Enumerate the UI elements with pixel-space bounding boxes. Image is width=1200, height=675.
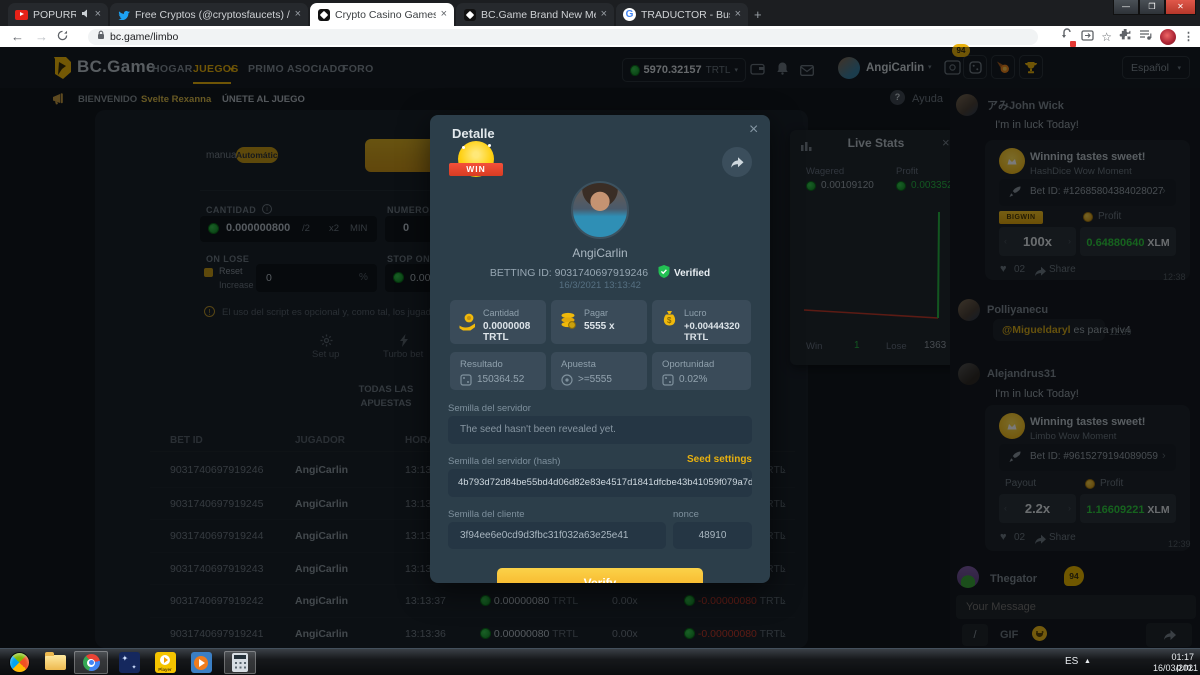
- bcgame-icon: [463, 8, 476, 21]
- verified-shield-icon: [658, 265, 670, 278]
- browser-urlbar: ← → bc.game/limbo ☆ ⋮: [0, 26, 1200, 47]
- stat-label: Pagar: [584, 308, 608, 318]
- browser-tab-5[interactable]: G TRADUCTOR - Buscar con Googl ×: [616, 3, 748, 26]
- tab-close-icon[interactable]: ×: [601, 9, 607, 20]
- browser-tab-1[interactable]: POPURRI LILLY GOODMAN: ×: [8, 3, 108, 26]
- client-seed-label: Semilla del cliente: [448, 509, 525, 520]
- forward-icon[interactable]: →: [35, 29, 48, 44]
- share-button[interactable]: [722, 147, 752, 177]
- stat-resultado: Resultado 150364.52: [450, 352, 546, 390]
- tray-expand-icon[interactable]: ▲: [1084, 658, 1091, 665]
- stat-label: Apuesta: [561, 359, 596, 370]
- bookmark-star-icon[interactable]: ☆: [1101, 30, 1112, 44]
- stat-label: Cantidad: [483, 308, 519, 318]
- url-text: bc.game/limbo: [110, 31, 178, 43]
- minimize-button[interactable]: —: [1113, 0, 1139, 15]
- bcgame-icon: [317, 8, 330, 21]
- close-icon[interactable]: ×: [749, 121, 758, 139]
- lock-icon: [97, 30, 105, 43]
- maximize-button[interactable]: ❒: [1139, 0, 1165, 15]
- server-seed-hash-label: Semilla del servidor (hash): [448, 456, 560, 467]
- close-button[interactable]: ✕: [1165, 0, 1196, 15]
- modal-title: Detalle: [452, 126, 495, 141]
- tab-close-icon[interactable]: ×: [95, 9, 101, 20]
- back-icon[interactable]: ←: [11, 29, 24, 44]
- betting-id: BETTING ID: 9031740697919246: [490, 267, 648, 279]
- win-badge: WIN: [452, 141, 500, 191]
- player-avatar[interactable]: [571, 181, 629, 239]
- start-button[interactable]: [6, 651, 32, 674]
- youtube-icon: [15, 8, 28, 21]
- new-tab-button[interactable]: +: [754, 7, 762, 22]
- twitter-icon: [117, 8, 130, 21]
- stat-value: >=5555: [578, 374, 612, 385]
- share-icon: [730, 156, 744, 169]
- playlist-icon[interactable]: [1139, 28, 1153, 46]
- win-badge-label: WIN: [449, 163, 503, 176]
- tab-close-icon[interactable]: ×: [735, 9, 741, 20]
- verify-button[interactable]: Verify: [497, 568, 703, 583]
- stat-apuesta: Apuesta >=5555: [551, 352, 647, 390]
- stat-lucro: $ Lucro +0.00444320 TRTL: [652, 300, 751, 344]
- address-bar[interactable]: bc.game/limbo: [88, 29, 1038, 45]
- refresh-icon[interactable]: [57, 29, 68, 44]
- bcgame-site: BC.Game HOGAR JUEGOS ▾ PRIMO ASOCIADO FO…: [0, 47, 1200, 648]
- stat-label: Lucro: [684, 308, 707, 318]
- player-name: AngiCarlin: [430, 246, 770, 260]
- server-seed-hash-field[interactable]: 4b793d72d84be55bd4d06d82e83e4517d1841dfc…: [448, 469, 752, 497]
- profile-avatar[interactable]: [1160, 29, 1176, 45]
- media-play-icon[interactable]: [188, 651, 214, 674]
- client-seed-field[interactable]: 3f94ee6e0cd9d3fbc31f032a63e25e41: [448, 522, 666, 549]
- stat-oportunidad: Oportunidad 0.02%: [652, 352, 751, 390]
- extensions-puzzle-icon[interactable]: [1119, 28, 1132, 46]
- stat-value: 0.0000008 TRTL: [483, 321, 546, 343]
- movie-maker-icon[interactable]: ✦✦: [116, 651, 142, 674]
- svg-text:$: $: [667, 316, 672, 325]
- server-seed-field[interactable]: The seed hasn't been revealed yet.: [448, 416, 752, 444]
- bet-date: 16/3/2021 13:13:42: [430, 280, 770, 291]
- browser-tab-2[interactable]: Free Cryptos (@cryptosfaucets) / ×: [110, 3, 308, 26]
- screen: POPURRI LILLY GOODMAN: × Free Cryptos (@…: [0, 0, 1200, 675]
- browser-tab-4[interactable]: BC.Game Brand New Medal Even ×: [456, 3, 614, 26]
- nonce-field[interactable]: 48910: [673, 522, 752, 549]
- windows-taskbar: ✦✦ Player ES ▲ 01:17 p.m. 16/03/2021: [0, 648, 1200, 675]
- server-seed-label: Semilla del servidor: [448, 403, 531, 414]
- stat-value: 150364.52: [477, 374, 524, 385]
- player-app-icon[interactable]: Player: [152, 651, 178, 674]
- hand-coin-icon: [457, 312, 478, 337]
- seed-settings-link[interactable]: Seed settings: [687, 454, 752, 465]
- stat-value: 5555 x: [584, 321, 615, 332]
- browser-tab-active[interactable]: Crypto Casino Games - The 16 B ×: [310, 3, 454, 26]
- menu-dots-icon[interactable]: ⋮: [1183, 30, 1194, 43]
- explorer-icon[interactable]: [42, 651, 68, 674]
- nonce-label: nonce: [673, 509, 699, 520]
- stat-value: 0.02%: [679, 374, 707, 385]
- betting-id-row: BETTING ID: 9031740697919246 Verified: [430, 263, 770, 281]
- extension-translate-icon[interactable]: [1061, 28, 1074, 46]
- google-icon: G: [623, 8, 636, 21]
- tab-close-icon[interactable]: ×: [441, 9, 447, 20]
- coins-icon: [559, 311, 579, 336]
- tab-audio-icon: [81, 9, 90, 21]
- calculator-icon[interactable]: [224, 651, 256, 674]
- dice-icon: [662, 373, 674, 391]
- stat-label: Resultado: [460, 359, 503, 370]
- verified-label: Verified: [674, 268, 710, 279]
- stat-cantidad: Cantidad 0.0000008 TRTL: [450, 300, 546, 344]
- stat-label: Oportunidad: [662, 359, 714, 370]
- clock-date[interactable]: 16/03/2021: [1153, 663, 1194, 673]
- money-bag-icon: $: [660, 309, 679, 336]
- bet-detail-modal: Detalle × WIN AngiCarlin BETTING ID: 903…: [430, 115, 770, 583]
- target-icon: [561, 373, 573, 391]
- browser-tabstrip: POPURRI LILLY GOODMAN: × Free Cryptos (@…: [0, 0, 1200, 26]
- keyboard-language[interactable]: ES: [1065, 656, 1078, 667]
- stat-pagar: Pagar 5555 x: [551, 300, 647, 344]
- chrome-taskbar-icon[interactable]: [74, 651, 108, 674]
- tab-close-icon[interactable]: ×: [295, 9, 301, 20]
- dice-icon: [460, 373, 472, 391]
- stat-value: +0.00444320 TRTL: [684, 321, 751, 343]
- extension-tab-icon[interactable]: [1081, 28, 1094, 46]
